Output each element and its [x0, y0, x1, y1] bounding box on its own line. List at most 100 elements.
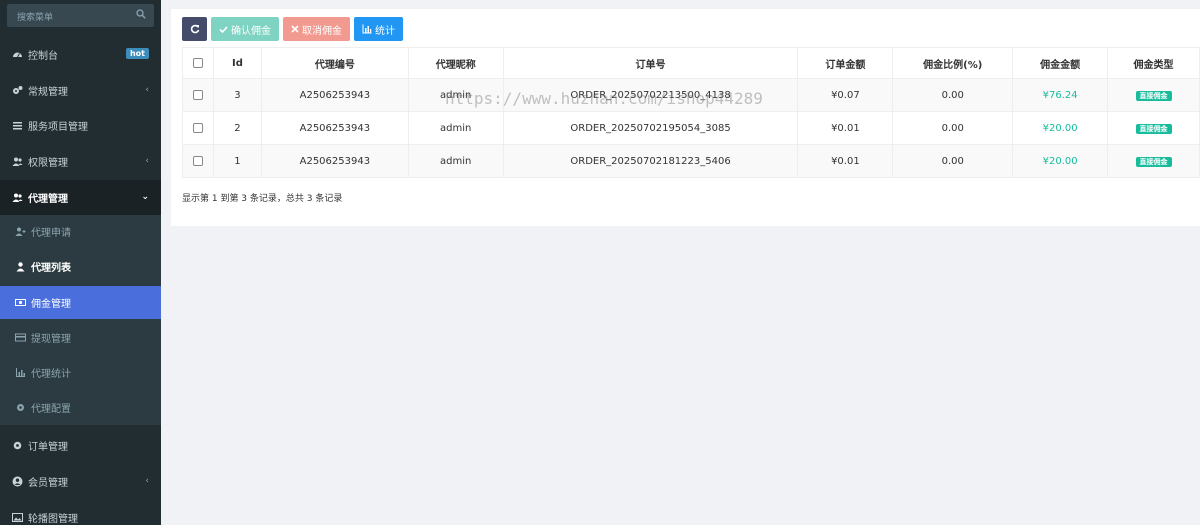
cell-nickname: admin — [407, 144, 504, 178]
column-header-order-no: 订单号 — [502, 47, 799, 79]
gears-icon — [13, 86, 23, 94]
sidebar: 搜索菜单 控制台 hot 常规管理 ‹ 服务项目管理 权限管理 ‹ 代理管理 ⌄… — [0, 0, 161, 525]
table-row[interactable]: 2 A2506253943 admin ORDER_20250702195054… — [182, 111, 1200, 145]
user-plus-icon — [15, 227, 26, 236]
column-header-id[interactable]: Id — [212, 47, 262, 79]
agent-submenu: 代理申请 代理列表 佣金管理 提现管理 代理统计 代理配置 — [0, 215, 161, 425]
toolbar: 确认佣金 取消佣金 统计 — [182, 17, 403, 41]
column-header-commission: 佣金金额 — [1012, 47, 1109, 79]
sidebar-item-label: 控制台 — [28, 51, 58, 62]
cell-commission: ¥20.00 — [1012, 111, 1109, 145]
submenu-item-agent-config[interactable]: 代理配置 — [0, 391, 161, 424]
button-label: 取消佣金 — [302, 25, 342, 37]
submenu-item-label: 代理列表 — [31, 263, 71, 274]
pagination-info: 显示第 1 到第 3 条记录，总共 3 条记录 — [182, 194, 343, 204]
cell-nickname: admin — [407, 111, 504, 145]
row-select-cell[interactable] — [182, 78, 214, 112]
close-icon — [291, 25, 299, 33]
cell-id: 2 — [212, 111, 262, 145]
cell-order-no: ORDER_20250702213500_4138 — [502, 78, 799, 112]
sidebar-item-label: 常规管理 — [28, 87, 68, 98]
cell-order-no: ORDER_20250702195054_3085 — [502, 111, 799, 145]
submenu-item-label: 佣金管理 — [31, 299, 71, 310]
submenu-item-label: 代理配置 — [31, 404, 71, 415]
search-icon[interactable] — [136, 9, 146, 19]
row-checkbox[interactable] — [192, 122, 203, 133]
row-checkbox[interactable] — [192, 89, 203, 100]
cell-rate: 0.00 — [892, 111, 1014, 145]
submenu-item-label: 代理统计 — [31, 369, 71, 380]
submenu-item-label: 提现管理 — [31, 334, 71, 345]
row-select-cell[interactable] — [182, 111, 214, 145]
cell-agent-no: A2506253943 — [260, 111, 409, 145]
sidebar-item-label: 会员管理 — [28, 478, 68, 489]
search-placeholder: 搜索菜单 — [17, 13, 54, 23]
submenu-item-agent-list[interactable]: 代理列表 — [0, 250, 161, 283]
sidebar-item-general[interactable]: 常规管理 ‹ — [0, 73, 161, 108]
select-all-checkbox[interactable] — [192, 57, 203, 68]
column-header-type: 佣金类型 — [1107, 47, 1200, 79]
cell-order-no: ORDER_20250702181223_5406 — [502, 144, 799, 178]
submenu-item-agent-apply[interactable]: 代理申请 — [0, 215, 161, 248]
cell-commission: ¥76.24 — [1012, 78, 1109, 112]
sidebar-item-dashboard[interactable]: 控制台 hot — [0, 37, 161, 72]
row-checkbox[interactable] — [192, 155, 203, 166]
sidebar-item-label: 服务项目管理 — [28, 122, 88, 133]
row-select-cell[interactable] — [182, 144, 214, 178]
cell-commission: ¥20.00 — [1012, 144, 1109, 178]
refresh-icon — [190, 24, 199, 34]
image-icon — [12, 513, 23, 522]
cancel-commission-button[interactable]: 取消佣金 — [283, 17, 350, 41]
menu-search-input[interactable]: 搜索菜单 — [7, 4, 154, 27]
cell-nickname: admin — [407, 78, 504, 112]
cell-agent-no: A2506253943 — [260, 78, 409, 112]
cell-id: 3 — [212, 78, 262, 112]
bar-chart-icon — [362, 24, 372, 34]
cell-order-amount: ¥0.01 — [797, 144, 894, 178]
cell-order-amount: ¥0.07 — [797, 78, 894, 112]
submenu-item-commission[interactable]: 佣金管理 — [0, 286, 161, 319]
type-badge: 直接佣金 — [1135, 123, 1172, 134]
stats-button[interactable]: 统计 — [354, 17, 403, 41]
gear-icon — [17, 404, 24, 411]
select-all-cell[interactable] — [182, 47, 214, 79]
chevron-down-icon: ⌄ — [141, 192, 149, 202]
user-circle-icon — [12, 476, 23, 487]
submenu-item-agent-stats[interactable]: 代理统计 — [0, 356, 161, 389]
dashboard-icon — [13, 52, 22, 58]
cell-rate: 0.00 — [892, 144, 1014, 178]
sidebar-item-permission[interactable]: 权限管理 ‹ — [0, 144, 161, 179]
bar-chart-icon — [16, 368, 25, 377]
chevron-left-icon: ‹ — [145, 85, 149, 95]
sidebar-item-label: 代理管理 — [28, 194, 68, 205]
column-header-agent-no: 代理编号 — [260, 47, 409, 79]
column-header-rate: 佣金比例(%) — [892, 47, 1014, 79]
table-row[interactable]: 1 A2506253943 admin ORDER_20250702181223… — [182, 144, 1200, 178]
sidebar-item-carousel[interactable]: 轮播图管理 — [0, 500, 161, 525]
confirm-commission-button[interactable]: 确认佣金 — [211, 17, 279, 41]
sidebar-item-label: 轮播图管理 — [28, 514, 78, 525]
button-label: 统计 — [375, 25, 395, 37]
list-icon — [13, 122, 22, 130]
sidebar-item-label: 权限管理 — [28, 158, 68, 169]
refresh-button[interactable] — [182, 17, 207, 41]
submenu-item-label: 代理申请 — [31, 228, 71, 239]
chevron-left-icon: ‹ — [145, 156, 149, 166]
sidebar-item-label: 订单管理 — [28, 442, 68, 453]
cell-type: 直接佣金 — [1107, 78, 1200, 112]
sidebar-item-agent[interactable]: 代理管理 ⌄ — [0, 180, 161, 215]
sidebar-item-service[interactable]: 服务项目管理 — [0, 108, 161, 143]
table-header-row: Id 代理编号 代理昵称 订单号 订单金额 佣金比例(%) 佣金金额 佣金类型 — [182, 47, 1200, 79]
check-icon — [219, 25, 228, 33]
sidebar-item-member[interactable]: 会员管理 ‹ — [0, 464, 161, 499]
table-row[interactable]: 3 A2506253943 admin ORDER_20250702213500… — [182, 78, 1200, 112]
chevron-left-icon: ‹ — [145, 476, 149, 486]
type-badge: 直接佣金 — [1135, 156, 1172, 167]
submenu-item-withdraw[interactable]: 提现管理 — [0, 321, 161, 354]
cell-rate: 0.00 — [892, 78, 1014, 112]
credit-card-icon — [15, 333, 26, 342]
type-badge: 直接佣金 — [1135, 90, 1172, 101]
users-icon — [12, 157, 23, 166]
cell-id: 1 — [212, 144, 262, 178]
sidebar-item-order[interactable]: 订单管理 — [0, 428, 161, 463]
